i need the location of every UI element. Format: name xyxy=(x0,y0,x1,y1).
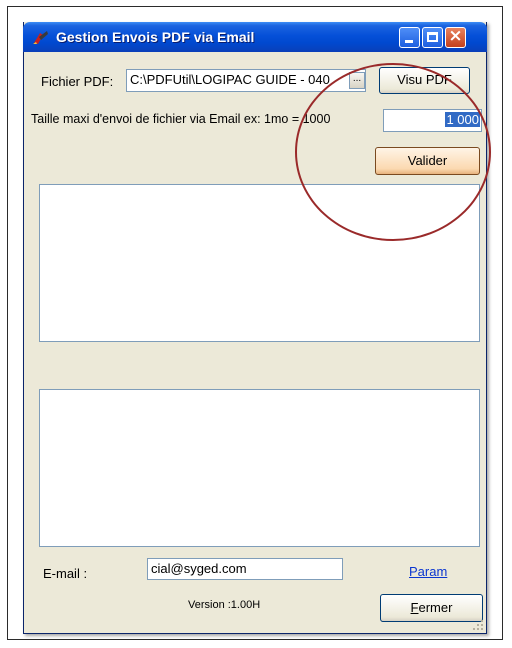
app-window: Gestion Envois PDF via Email × Fichier P… xyxy=(23,22,487,634)
minimize-icon xyxy=(405,40,413,43)
close-button[interactable]: Fermer xyxy=(380,594,483,622)
email-field[interactable]: cial@syged.com xyxy=(147,558,343,580)
close-window-button[interactable]: × xyxy=(445,27,466,48)
lower-text-area[interactable] xyxy=(39,389,480,547)
title-bar[interactable]: Gestion Envois PDF via Email × xyxy=(23,22,487,52)
close-icon: × xyxy=(448,26,463,46)
max-size-label: Taille maxi d'envoi de fichier via Email… xyxy=(31,112,331,126)
window-title: Gestion Envois PDF via Email xyxy=(56,29,255,45)
pdf-path-field[interactable]: C:\PDFUtil\LOGIPAC GUIDE - 040 xyxy=(126,69,366,92)
validate-button[interactable]: Valider xyxy=(375,147,480,175)
app-icon xyxy=(33,31,48,44)
max-size-field[interactable]: 1 000 xyxy=(383,109,482,132)
browse-button[interactable]: ... xyxy=(349,72,365,89)
pdf-file-label: Fichier PDF: xyxy=(41,74,114,89)
param-link[interactable]: Param xyxy=(409,564,447,579)
close-button-label: Fermer xyxy=(410,600,453,615)
resize-grip-icon[interactable] xyxy=(472,619,484,631)
version-text: Version :1.00H xyxy=(188,599,261,611)
visu-pdf-button[interactable]: Visu PDF xyxy=(379,67,470,94)
minimize-button[interactable] xyxy=(399,27,420,48)
max-size-value: 1 000 xyxy=(445,112,480,127)
maximize-button[interactable] xyxy=(422,27,443,48)
maximize-icon xyxy=(427,32,438,42)
upper-text-area[interactable] xyxy=(39,184,480,342)
email-label: E-mail : xyxy=(43,566,88,581)
